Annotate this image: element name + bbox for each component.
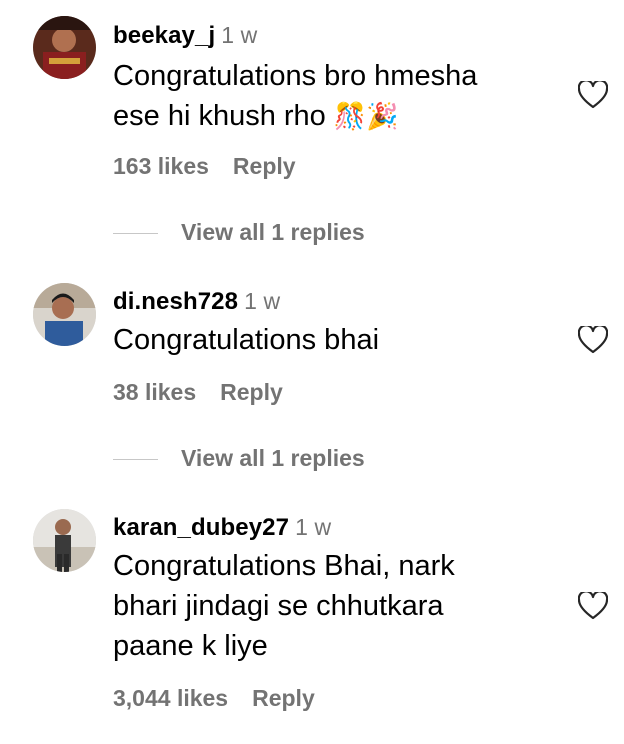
reply-button[interactable]: Reply: [233, 153, 296, 179]
view-replies-label: View all 1 replies: [181, 445, 365, 471]
divider: [113, 459, 158, 460]
comment-time: 1 w: [244, 288, 281, 314]
view-replies-button[interactable]: View all 1 replies: [113, 219, 513, 249]
comment-meta: 163 likes Reply: [113, 153, 296, 180]
comment-meta: 3,044 likes Reply: [113, 685, 315, 712]
heart-icon[interactable]: [578, 326, 608, 354]
comment-text-line: Congratulations bro hmesha: [113, 60, 478, 92]
avatar[interactable]: [33, 509, 96, 572]
likes-count[interactable]: 163 likes: [113, 153, 209, 179]
likes-count[interactable]: 38 likes: [113, 379, 196, 405]
comment-text: Congratulations bhai: [113, 320, 553, 360]
comment-text-line: Congratulations bhai: [113, 324, 380, 356]
comment-text-line: Congratulations Bhai, nark: [113, 550, 455, 582]
comment-text: Congratulations bro hmesha ese hi khush …: [113, 56, 553, 136]
heart-icon[interactable]: [578, 81, 608, 109]
comment-username[interactable]: beekay_j 1 w: [113, 22, 257, 50]
party-emoji-icon: 🎊🎉: [333, 101, 399, 131]
comment-text-line: ese hi khush rho 🎊🎉: [113, 100, 399, 132]
comment-username[interactable]: di.nesh728 1 w: [113, 288, 280, 316]
divider: [113, 233, 158, 234]
heart-icon[interactable]: [578, 592, 608, 620]
comment-meta: 38 likes Reply: [113, 379, 283, 406]
comment-text-line: paane k liye: [113, 630, 268, 662]
view-replies-button[interactable]: View all 1 replies: [113, 445, 513, 475]
reply-button[interactable]: Reply: [220, 379, 283, 405]
comment-time: 1 w: [295, 514, 332, 540]
view-replies-label: View all 1 replies: [181, 219, 365, 245]
comment-text: Congratulations Bhai, nark bhari jindagi…: [113, 546, 553, 666]
comment-username[interactable]: karan_dubey27 1 w: [113, 514, 331, 542]
comment-text-line: bhari jindagi se chhutkara: [113, 590, 444, 622]
likes-count[interactable]: 3,044 likes: [113, 685, 228, 711]
avatar[interactable]: [33, 283, 96, 346]
reply-button[interactable]: Reply: [252, 685, 315, 711]
comment-time: 1 w: [221, 22, 258, 48]
avatar[interactable]: [33, 16, 96, 79]
